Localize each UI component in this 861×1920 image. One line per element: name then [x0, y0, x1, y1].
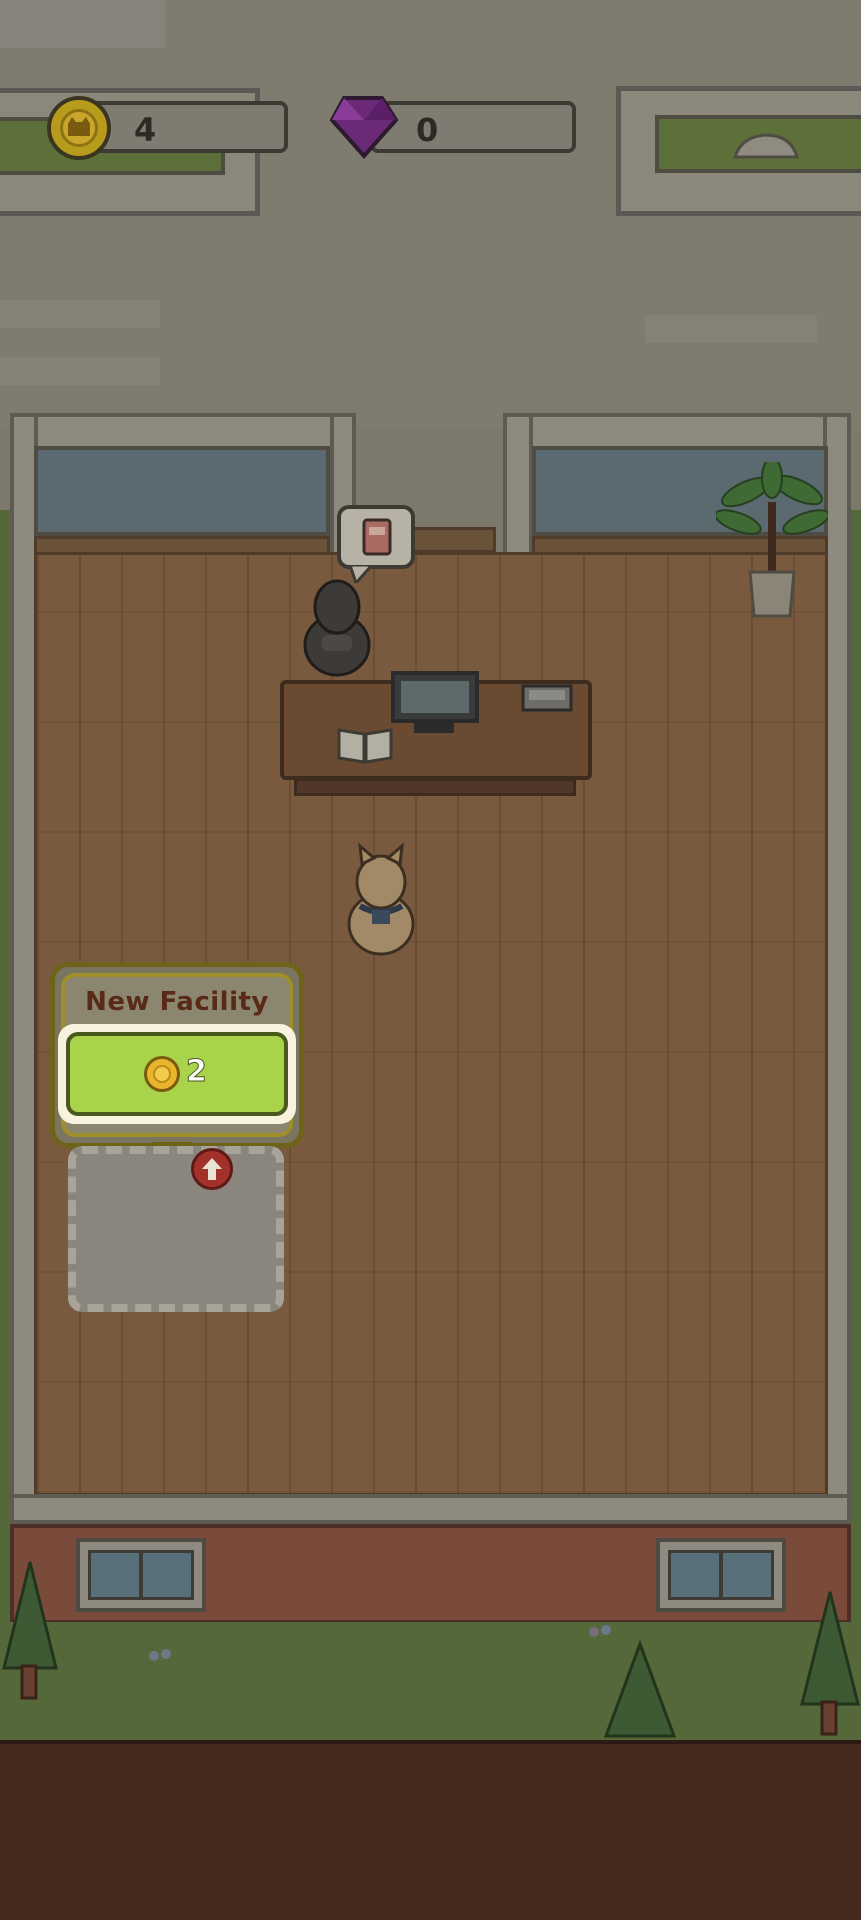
exterior-window — [76, 1538, 206, 1612]
purple-gem-icon — [330, 96, 398, 160]
wall-pillar — [503, 413, 533, 568]
pavement-patch — [0, 357, 160, 385]
buy-facility-button[interactable]: 2 — [58, 1024, 296, 1124]
flower-icon — [149, 1649, 171, 1661]
front-wall — [10, 1494, 851, 1524]
receptionist-character[interactable] — [296, 575, 378, 679]
pavement-patch — [0, 0, 165, 48]
potted-plant-icon — [716, 462, 828, 618]
upgrade-arrow-button[interactable] — [191, 1148, 233, 1190]
window — [34, 446, 330, 536]
cat-coin-icon — [47, 96, 111, 160]
pine-tree-icon — [2, 1561, 58, 1700]
rock-icon — [732, 133, 799, 159]
right-planter — [616, 86, 861, 216]
up-arrow-icon — [202, 1158, 222, 1180]
lawn — [0, 1622, 861, 1742]
coin-count: 4 — [134, 111, 157, 149]
facility-price: 2 — [186, 1054, 208, 1090]
flower-icon — [589, 1625, 611, 1637]
pine-tree-icon — [800, 1591, 860, 1736]
facility-placement-slot[interactable] — [68, 1146, 284, 1312]
cat-player-character[interactable] — [338, 838, 424, 962]
speech-bubble — [337, 505, 415, 569]
desk-base — [294, 778, 576, 796]
pavement-patch — [0, 300, 160, 328]
gem-counter: 0 — [370, 101, 576, 153]
exterior-window — [656, 1538, 786, 1612]
gem-count: 0 — [416, 111, 439, 149]
computer-monitor — [391, 671, 479, 723]
popup-title: New Facility — [85, 987, 269, 1017]
lawn-edge — [851, 510, 861, 1742]
soil-ground — [0, 1740, 861, 1920]
monitor-stand — [414, 721, 454, 733]
red-book-icon — [362, 518, 392, 556]
pine-tree-icon — [603, 1640, 677, 1738]
pavement-patch — [645, 315, 817, 343]
open-book-icon — [337, 728, 393, 764]
coin-counter: 4 — [82, 101, 288, 153]
cash-register-icon — [521, 684, 573, 712]
cat-coin-icon — [144, 1056, 180, 1092]
